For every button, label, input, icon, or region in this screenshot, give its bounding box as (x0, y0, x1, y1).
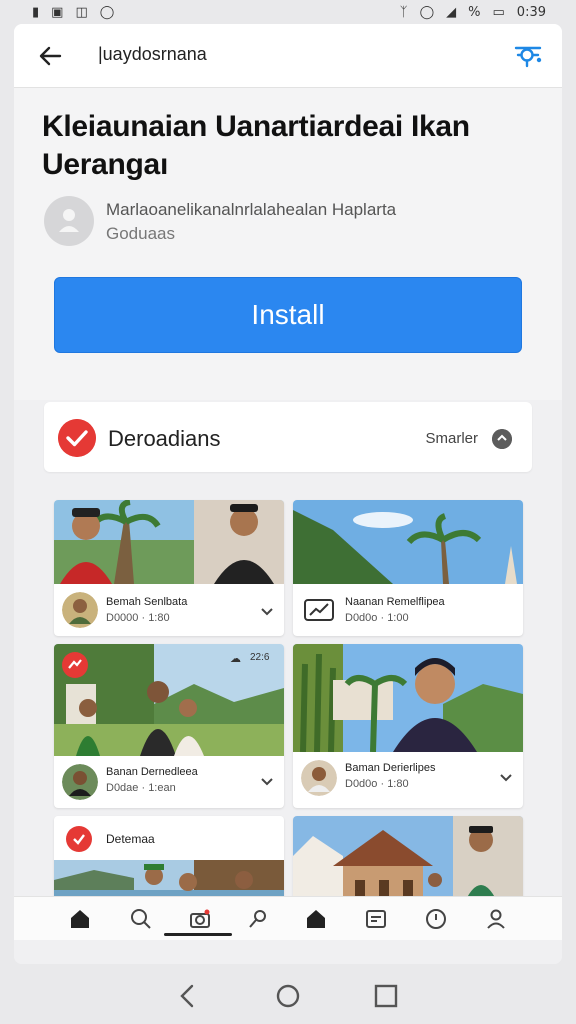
tile-title: Naanan Remelflipea (345, 596, 445, 608)
tile-title: Banan Dernedleea (106, 766, 198, 778)
share-icon[interactable] (512, 40, 544, 72)
screenshot-tile[interactable]: Baman Derierlipes D0d0o · 1:80 (293, 644, 523, 808)
chevron-down-icon[interactable] (499, 770, 513, 784)
home-icon[interactable] (304, 907, 328, 931)
developer-subtitle: Goduaas (106, 224, 175, 243)
tile-photo (54, 500, 284, 584)
tile-title: Bemah Senlbata (106, 596, 188, 608)
pin-icon[interactable] (246, 907, 270, 931)
tile-avatar (62, 764, 98, 800)
screenshot-tile[interactable]: ☁ 22:6 Banan Dernedleea D0dae · 1:ean (54, 644, 284, 808)
battery-saver-icon: ◫ (75, 4, 88, 20)
alarm-icon: ◯ (419, 4, 435, 20)
tile-subtitle: D0dae · 1:ean (106, 782, 176, 794)
store-icon[interactable] (364, 907, 388, 931)
location-icon: ◯ (99, 4, 115, 20)
tile-avatar (62, 592, 98, 628)
back-arrow-icon[interactable] (36, 42, 64, 70)
tile-avatar (301, 760, 337, 796)
home-indicator (164, 933, 232, 936)
profile-icon[interactable] (484, 907, 508, 931)
app-bar-title: |uaydosrnana (98, 44, 207, 64)
notification-icon: ▮ (32, 4, 40, 20)
tile-title: Detemaa (106, 832, 155, 846)
tile-subtitle: D0d0o · 1:00 (345, 612, 409, 624)
search-icon[interactable] (129, 907, 153, 931)
nav-home-icon[interactable] (274, 982, 302, 1010)
expand-icon[interactable] (492, 429, 512, 449)
tile-timestamp: 22:6 (250, 652, 270, 663)
tile-title: Baman Derierlipes (345, 762, 436, 774)
signal-icon: ◢ (446, 4, 457, 20)
battery-icon: ▭ (492, 4, 505, 20)
chevron-down-icon[interactable] (260, 774, 274, 788)
tile-photo (293, 644, 523, 752)
app-title: Kleiaunaian Uanartiardeai Ikan Uerangaı (42, 110, 470, 181)
screenshots-section: Deroadians Smarler Bemah Senlbata D0000 … (14, 400, 562, 964)
cloud-icon: ☁ (230, 653, 241, 665)
install-button[interactable]: Install (54, 277, 522, 353)
app-badge-icon (62, 652, 88, 678)
home-icon[interactable] (68, 907, 92, 931)
developer-avatar[interactable] (44, 196, 94, 246)
tile-subtitle: D0d0o · 1:80 (345, 778, 409, 790)
tile-subtitle: D0000 · 1:80 (106, 612, 170, 624)
screenshot-tile[interactable]: Bemah Senlbata D0000 · 1:80 (54, 500, 284, 636)
nav-recents-icon[interactable] (372, 982, 400, 1010)
section-title: Deroadians (108, 426, 221, 451)
section-action-link[interactable]: Smarler (425, 430, 478, 447)
check-icon (58, 419, 96, 457)
nav-back-icon[interactable] (174, 982, 202, 1010)
bluetooth-icon: ᛉ (399, 4, 408, 20)
shield-icon[interactable] (424, 907, 448, 931)
app-badge-icon (66, 826, 92, 852)
status-bar: ▮ ▣ ◫ ◯ ᛉ ◯ ◢ % ▭ 0:39 (0, 0, 576, 24)
camera-icon[interactable] (188, 907, 212, 931)
developer-name[interactable]: Marlaoanelikanalnrlalahealan Haplarta (106, 200, 396, 220)
chevron-down-icon[interactable] (260, 604, 274, 618)
screenshot-tile[interactable]: Naanan Remelflipea D0d0o · 1:00 (293, 500, 523, 636)
person-icon (59, 209, 79, 232)
system-nav-bar (0, 964, 576, 1024)
battery-text: % (468, 4, 481, 20)
app-detail-card: |uaydosrnana Kleiaunaian Uanartiardeai I… (14, 24, 562, 964)
section-header: Deroadians Smarler (44, 402, 532, 472)
app-bar: |uaydosrnana (14, 24, 562, 88)
clock: 0:39 (516, 4, 546, 20)
image-icon: ▣ (51, 4, 64, 20)
chart-icon (301, 592, 337, 628)
bottom-tab-bar (14, 896, 562, 940)
tile-photo (293, 500, 523, 584)
